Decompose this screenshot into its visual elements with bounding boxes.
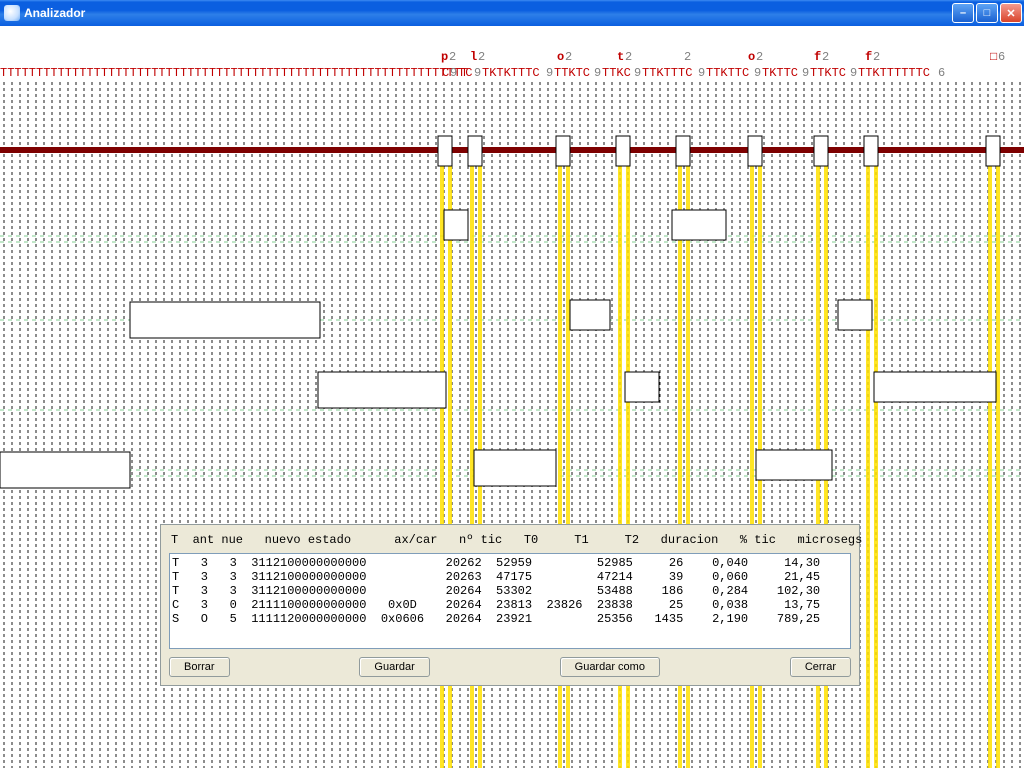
track-seg: TTTTTTTTTTTTTTTTTTTTTTTTTTTTTTTTTTTTTTTT… bbox=[0, 66, 468, 80]
track-seg: C bbox=[442, 66, 449, 80]
event-idx: 2 bbox=[756, 50, 763, 64]
guardar-button[interactable]: Guardar bbox=[359, 657, 429, 677]
track-seg: 6 bbox=[938, 66, 945, 80]
track-seg: 9 bbox=[450, 66, 457, 80]
track-seg: 9 bbox=[634, 66, 641, 80]
cerrar-button[interactable]: Cerrar bbox=[790, 657, 851, 677]
event-idx: 2 bbox=[625, 50, 632, 64]
track-seg: 9 bbox=[698, 66, 705, 80]
track-seg: TTKTTTTTTC bbox=[858, 66, 930, 80]
guardar-como-button[interactable]: Guardar como bbox=[560, 657, 660, 677]
event-idx: 2 bbox=[684, 50, 691, 64]
track-seg: TTKC bbox=[602, 66, 631, 80]
event-idx: 2 bbox=[449, 50, 456, 64]
event-key: □ bbox=[990, 50, 997, 64]
close-button[interactable]: ✕ bbox=[1000, 3, 1022, 23]
track-seg: TTKTC bbox=[554, 66, 590, 80]
track-seg: 9 bbox=[594, 66, 601, 80]
window-title: Analizador bbox=[24, 6, 952, 20]
event-key: t bbox=[617, 50, 624, 64]
event-key: p bbox=[441, 50, 448, 64]
event-idx: 2 bbox=[478, 50, 485, 64]
track-seg: TTKTC bbox=[810, 66, 846, 80]
track-seg: TKTTC bbox=[762, 66, 798, 80]
event-idx: 2 bbox=[565, 50, 572, 64]
borrar-button[interactable]: Borrar bbox=[169, 657, 230, 677]
minimize-button[interactable]: – bbox=[952, 3, 974, 23]
event-labels: p2l2o2t22o2f2f2□6 bbox=[0, 50, 1024, 64]
track-seg: 9 bbox=[802, 66, 809, 80]
track-letters: TTTTTTTTTTTTTTTTTTTTTTTTTTTTTTTTTTTTTTTT… bbox=[0, 66, 1024, 80]
event-key: f bbox=[865, 50, 872, 64]
titlebar: Analizador – □ ✕ bbox=[0, 0, 1024, 26]
track-seg: TTKTTC bbox=[706, 66, 749, 80]
track-seg: 9 bbox=[474, 66, 481, 80]
track-seg: 9 bbox=[546, 66, 553, 80]
maximize-button[interactable]: □ bbox=[976, 3, 998, 23]
app-icon bbox=[4, 5, 20, 21]
track-seg: TKTKTTTC bbox=[482, 66, 540, 80]
event-key: l bbox=[470, 50, 477, 64]
event-key: f bbox=[814, 50, 821, 64]
event-idx: 6 bbox=[998, 50, 1005, 64]
client-area: p2l2o2t22o2f2f2□6 TTTTTTTTTTTTTTTTTTTTTT… bbox=[0, 26, 1024, 768]
event-idx: 2 bbox=[822, 50, 829, 64]
panel-rows[interactable]: T 3 3 3112100000000000 20262 52959 52985… bbox=[169, 553, 851, 649]
event-idx: 2 bbox=[873, 50, 880, 64]
track-seg: TC bbox=[458, 66, 472, 80]
event-key: o bbox=[557, 50, 564, 64]
track-seg: 9 bbox=[850, 66, 857, 80]
event-key: o bbox=[748, 50, 755, 64]
track-seg: TTKTTTC bbox=[642, 66, 692, 80]
data-panel: T ant nue nuevo estado ax/car nº tic T0 … bbox=[160, 524, 860, 686]
track-seg: 9 bbox=[754, 66, 761, 80]
panel-header: T ant nue nuevo estado ax/car nº tic T0 … bbox=[169, 531, 851, 553]
